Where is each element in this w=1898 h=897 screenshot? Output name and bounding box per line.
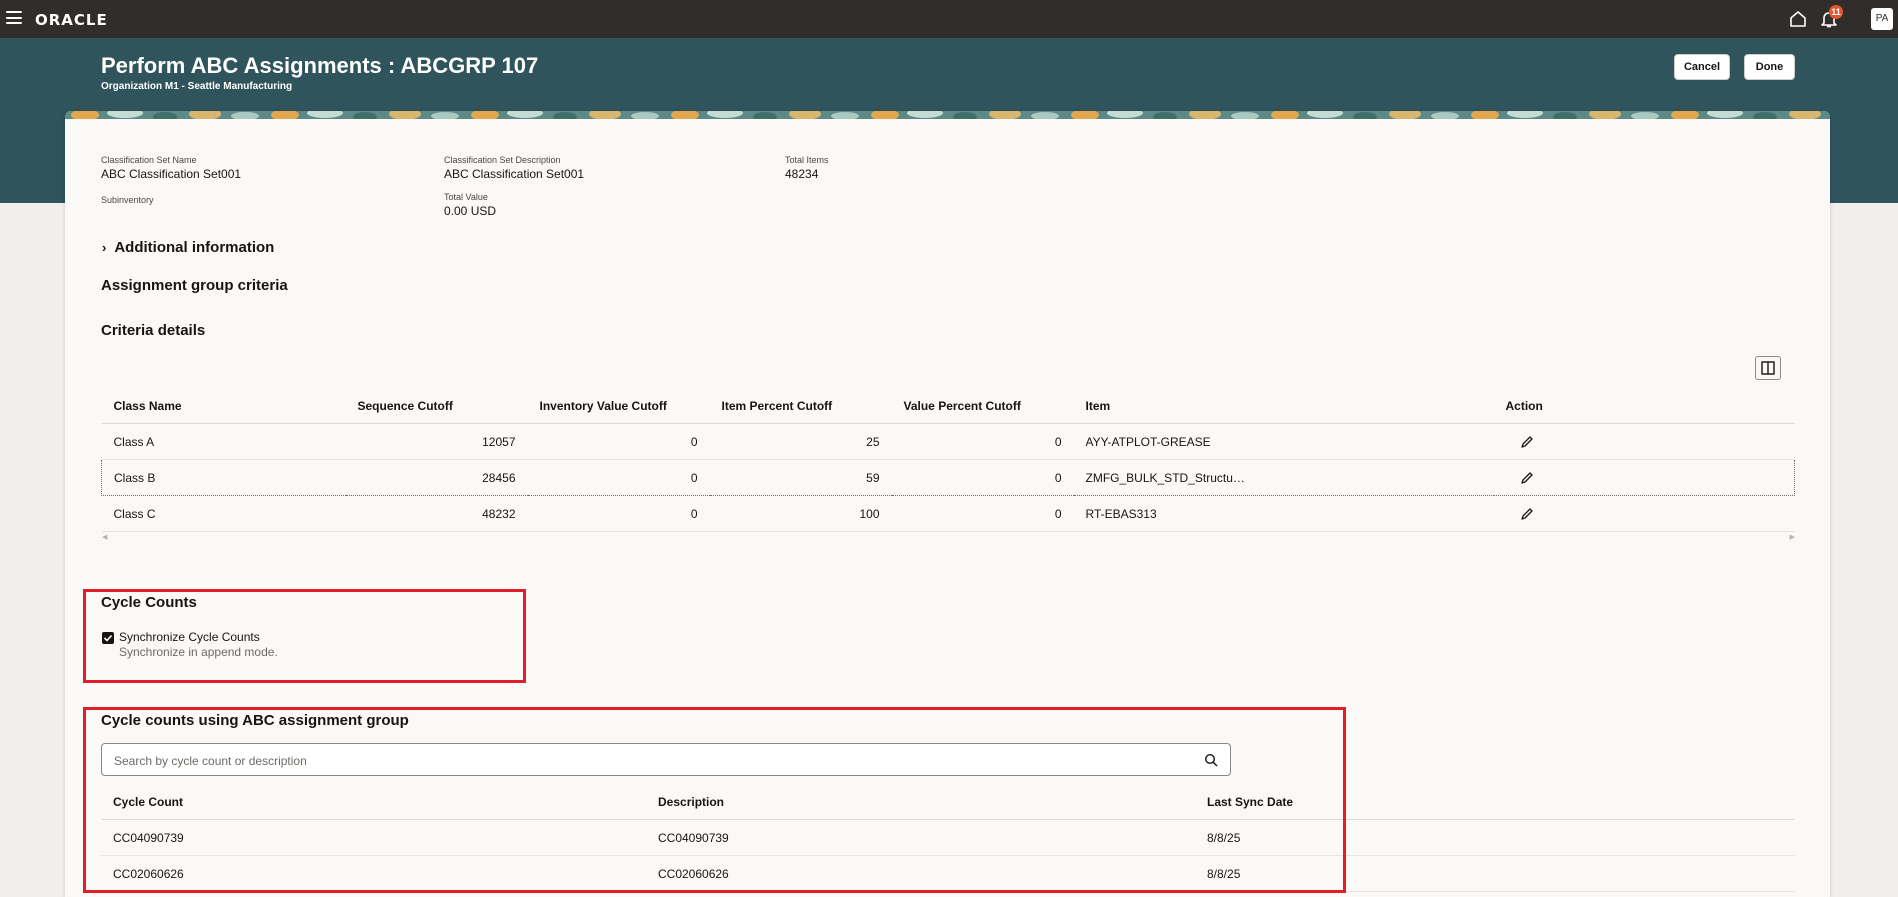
column-header[interactable]: Class Name bbox=[101, 388, 346, 424]
global-header: ORACLE 11 PA bbox=[0, 0, 1898, 38]
inventory-value-cutoff-cell: 0 bbox=[527, 495, 710, 532]
page-subtitle: Organization M1 - Seattle Manufacturing bbox=[101, 81, 293, 92]
item-percent-cutoff-cell: 100 bbox=[709, 495, 892, 532]
action-cell bbox=[1493, 495, 1795, 532]
table-row[interactable]: Class C 48232 0 100 0 RT-EBAS313 bbox=[101, 495, 1795, 532]
set-name-value: ABC Classification Set001 bbox=[101, 167, 242, 181]
horizontal-scrollbar[interactable]: ◀ ▶ bbox=[102, 534, 1795, 543]
value-percent-cutoff-cell: 0 bbox=[891, 423, 1074, 460]
total-value-label: Total Value bbox=[444, 192, 488, 202]
total-items-value: 48234 bbox=[785, 167, 819, 181]
value-percent-cutoff-cell: 0 bbox=[891, 495, 1074, 532]
oracle-logo[interactable]: ORACLE bbox=[35, 11, 108, 29]
action-cell bbox=[1493, 423, 1795, 460]
home-icon[interactable] bbox=[1788, 9, 1808, 29]
item-percent-cutoff-cell: 25 bbox=[709, 423, 892, 460]
column-view-icon bbox=[1761, 361, 1775, 375]
column-header[interactable]: Item Percent Cutoff bbox=[709, 388, 892, 424]
column-header: Action bbox=[1493, 388, 1795, 424]
assignment-criteria-heading: Assignment group criteria bbox=[101, 277, 288, 294]
column-header[interactable]: Item bbox=[1073, 388, 1494, 424]
inventory-value-cutoff-cell: 0 bbox=[527, 459, 710, 496]
menu-icon[interactable] bbox=[6, 11, 22, 25]
pencil-icon[interactable] bbox=[1520, 471, 1534, 485]
cancel-button[interactable]: Cancel bbox=[1674, 54, 1730, 80]
pencil-icon[interactable] bbox=[1520, 507, 1534, 521]
sequence-cutoff-cell: 28456 bbox=[345, 459, 528, 496]
sequence-cutoff-cell: 12057 bbox=[345, 423, 528, 460]
sequence-cutoff-cell: 48232 bbox=[345, 495, 528, 532]
set-desc-value: ABC Classification Set001 bbox=[444, 167, 585, 181]
additional-information-toggle[interactable]: › Additional information bbox=[102, 239, 274, 256]
subinventory-label: Subinventory bbox=[101, 195, 154, 205]
class-name-cell: Class C bbox=[101, 495, 346, 532]
criteria-header-row: Class Name Sequence Cutoff Inventory Val… bbox=[101, 388, 1795, 424]
notification-count-badge: 11 bbox=[1829, 5, 1843, 19]
set-name-label: Classification Set Name bbox=[101, 155, 197, 165]
cycle-counts-group-highlight-box bbox=[83, 707, 1346, 893]
item-cell: RT-EBAS313 bbox=[1073, 495, 1494, 532]
scroll-right-icon[interactable]: ▶ bbox=[1790, 533, 1795, 541]
chevron-right-icon: › bbox=[102, 240, 107, 255]
table-row[interactable]: Class A 12057 0 25 0 AYY-ATPLOT-GREASE bbox=[101, 423, 1795, 460]
decorative-banner-pattern bbox=[65, 111, 1830, 119]
criteria-table: Class Name Sequence Cutoff Inventory Val… bbox=[101, 388, 1795, 532]
column-header[interactable]: Sequence Cutoff bbox=[345, 388, 528, 424]
class-name-cell: Class A bbox=[101, 423, 346, 460]
additional-information-label: Additional information bbox=[114, 239, 275, 256]
action-cell bbox=[1493, 459, 1795, 496]
criteria-details-heading: Criteria details bbox=[101, 322, 206, 339]
table-row[interactable]: Class B 28456 0 59 0 ZMFG_BULK_STD_Struc… bbox=[101, 459, 1795, 496]
value-percent-cutoff-cell: 0 bbox=[891, 459, 1074, 496]
total-items-label: Total Items bbox=[785, 155, 829, 165]
column-header[interactable]: Inventory Value Cutoff bbox=[527, 388, 710, 424]
user-avatar[interactable]: PA bbox=[1871, 8, 1893, 30]
column-header[interactable]: Value Percent Cutoff bbox=[891, 388, 1074, 424]
class-name-cell: Class B bbox=[101, 459, 346, 496]
item-cell: AYY-ATPLOT-GREASE bbox=[1073, 423, 1494, 460]
done-button[interactable]: Done bbox=[1744, 54, 1795, 80]
cycle-counts-highlight-box bbox=[83, 589, 526, 683]
set-desc-label: Classification Set Description bbox=[444, 155, 561, 165]
scroll-left-icon[interactable]: ◀ bbox=[102, 533, 107, 541]
item-percent-cutoff-cell: 59 bbox=[709, 459, 892, 496]
inventory-value-cutoff-cell: 0 bbox=[527, 423, 710, 460]
item-cell: ZMFG_BULK_STD_Structu… bbox=[1073, 459, 1494, 496]
column-view-button[interactable] bbox=[1755, 356, 1781, 380]
total-value-value: 0.00 USD bbox=[444, 204, 497, 218]
pencil-icon[interactable] bbox=[1520, 435, 1534, 449]
page-title: Perform ABC Assignments : ABCGRP 107 bbox=[101, 53, 539, 78]
